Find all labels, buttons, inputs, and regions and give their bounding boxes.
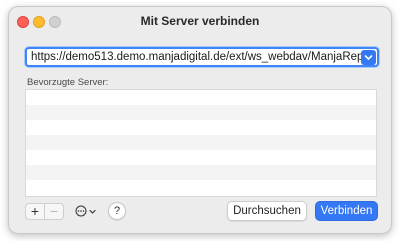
- more-options-button[interactable]: [72, 203, 98, 220]
- chevron-down-icon: [88, 209, 96, 214]
- list-toolbar: + − ?: [25, 202, 126, 220]
- list-row: [26, 105, 376, 120]
- list-row: [26, 120, 376, 135]
- add-remove-segmented-control: + −: [25, 202, 64, 220]
- favorite-servers-label: Bevorzugte Server:: [27, 77, 109, 88]
- list-row: [26, 165, 376, 180]
- chevron-down-icon: [364, 54, 373, 60]
- server-address-field[interactable]: https://demo513.demo.manjadigital.de/ext…: [25, 47, 379, 67]
- title-bar: Mit Server verbinden: [9, 7, 391, 35]
- add-server-button[interactable]: +: [26, 203, 44, 219]
- favorite-servers-list[interactable]: [25, 89, 377, 197]
- connect-button[interactable]: Verbinden: [315, 201, 378, 221]
- recent-servers-dropdown-button[interactable]: [361, 49, 376, 65]
- server-address-value[interactable]: https://demo513.demo.manjadigital.de/ext…: [27, 51, 361, 63]
- ellipsis-circle-icon: [75, 205, 86, 217]
- browse-button[interactable]: Durchsuchen: [227, 201, 307, 221]
- list-row: [26, 135, 376, 150]
- list-row: [26, 150, 376, 165]
- list-row: [26, 90, 376, 105]
- window-title: Mit Server verbinden: [140, 14, 260, 28]
- connect-to-server-dialog: Mit Server verbinden https://demo513.dem…: [8, 6, 392, 234]
- list-row: [26, 180, 376, 195]
- help-button[interactable]: ?: [108, 202, 126, 220]
- remove-server-button[interactable]: −: [45, 203, 63, 219]
